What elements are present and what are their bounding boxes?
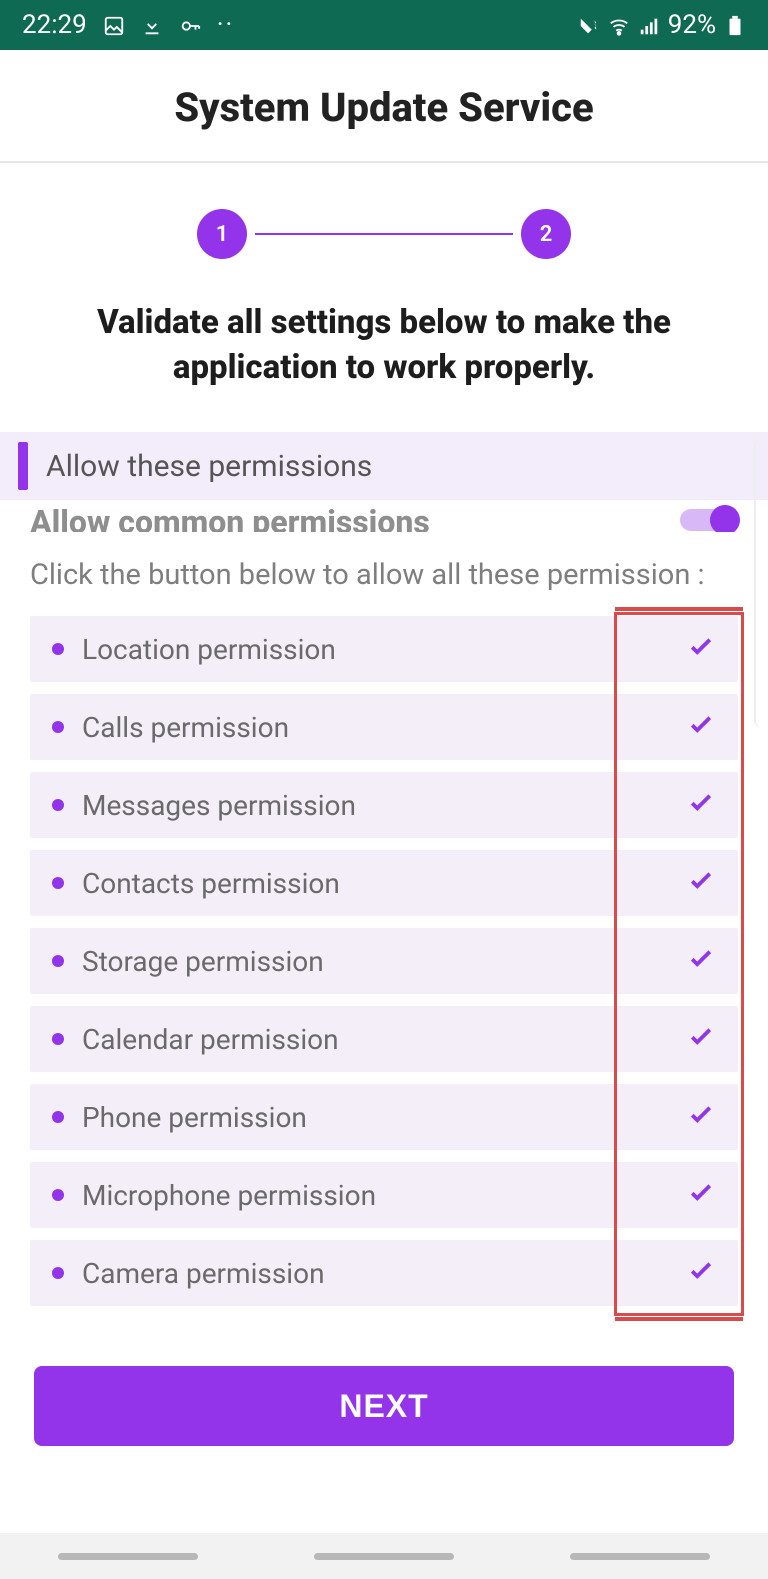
check-icon bbox=[686, 865, 716, 902]
step-indicator: 1 2 bbox=[0, 163, 768, 301]
perm-label: Location permission bbox=[82, 633, 686, 666]
key-icon bbox=[179, 14, 201, 36]
nav-home[interactable] bbox=[314, 1553, 454, 1560]
image-icon bbox=[103, 14, 125, 36]
check-icon bbox=[686, 1177, 716, 1214]
allow-common-permissions-row[interactable]: Allow common permissions bbox=[0, 484, 768, 532]
footer-actions: NEXT bbox=[0, 1306, 768, 1476]
perm-label: Calendar permission bbox=[82, 1023, 686, 1056]
check-icon bbox=[686, 1021, 716, 1058]
step-1-label: 1 bbox=[216, 222, 229, 247]
perm-label: Messages permission bbox=[82, 789, 686, 822]
perm-label: Storage permission bbox=[82, 945, 686, 978]
check-icon bbox=[686, 787, 716, 824]
more-icon: ·· bbox=[217, 10, 235, 40]
vibrate-icon bbox=[578, 14, 600, 36]
perm-label: Calls permission bbox=[82, 711, 686, 744]
bullet-icon bbox=[52, 1267, 64, 1279]
check-icon bbox=[686, 943, 716, 980]
perm-storage[interactable]: Storage permission bbox=[30, 928, 738, 994]
allow-common-toggle[interactable] bbox=[680, 505, 738, 532]
perm-contacts[interactable]: Contacts permission bbox=[30, 850, 738, 916]
step-1: 1 bbox=[197, 209, 247, 259]
next-button[interactable]: NEXT bbox=[34, 1366, 734, 1446]
perm-label: Contacts permission bbox=[82, 867, 686, 900]
nav-back[interactable] bbox=[570, 1553, 710, 1560]
nav-recent[interactable] bbox=[58, 1553, 198, 1560]
wifi-icon bbox=[608, 14, 630, 36]
page-title: System Update Service bbox=[0, 84, 768, 131]
perm-calls[interactable]: Calls permission bbox=[30, 694, 738, 760]
bullet-icon bbox=[52, 955, 64, 967]
bullet-icon bbox=[52, 1033, 64, 1045]
status-bar: 22:29 ·· 92% bbox=[0, 0, 768, 50]
perm-camera[interactable]: Camera permission bbox=[30, 1240, 738, 1306]
hint-text: Click the button below to allow all thes… bbox=[0, 532, 768, 616]
perm-label: Camera permission bbox=[82, 1257, 686, 1290]
system-nav-bar bbox=[0, 1533, 768, 1579]
bullet-icon bbox=[52, 721, 64, 733]
permission-list: Location permission Calls permission Mes… bbox=[30, 616, 738, 1306]
perm-phone[interactable]: Phone permission bbox=[30, 1084, 738, 1150]
clock: 22:29 bbox=[22, 10, 87, 40]
status-left: 22:29 ·· bbox=[22, 10, 234, 40]
instruction-text: Validate all settings below to make the … bbox=[0, 301, 768, 432]
download-icon bbox=[141, 14, 163, 36]
status-right: 92% bbox=[578, 10, 746, 40]
perm-microphone[interactable]: Microphone permission bbox=[30, 1162, 738, 1228]
step-2-label: 2 bbox=[540, 222, 553, 247]
active-tab-marker bbox=[18, 442, 28, 490]
check-icon bbox=[686, 1099, 716, 1136]
perm-location[interactable]: Location permission bbox=[30, 616, 738, 682]
perm-messages[interactable]: Messages permission bbox=[30, 772, 738, 838]
bullet-icon bbox=[52, 1189, 64, 1201]
check-icon bbox=[686, 1255, 716, 1292]
side-handle[interactable] bbox=[754, 438, 768, 728]
check-icon bbox=[686, 631, 716, 668]
app-header: System Update Service bbox=[0, 50, 768, 163]
bullet-icon bbox=[52, 799, 64, 811]
perm-label: Phone permission bbox=[82, 1101, 686, 1134]
check-icon bbox=[686, 709, 716, 746]
perm-label: Microphone permission bbox=[82, 1179, 686, 1212]
allow-common-label: Allow common permissions bbox=[30, 503, 430, 532]
step-2: 2 bbox=[521, 209, 571, 259]
step-connector bbox=[255, 233, 513, 235]
section-tab-label: Allow these permissions bbox=[46, 449, 372, 484]
bullet-icon bbox=[52, 1111, 64, 1123]
signal-icon bbox=[638, 14, 660, 36]
bullet-icon bbox=[52, 877, 64, 889]
battery-icon bbox=[724, 14, 746, 36]
perm-calendar[interactable]: Calendar permission bbox=[30, 1006, 738, 1072]
bullet-icon bbox=[52, 643, 64, 655]
permission-list-wrap: Location permission Calls permission Mes… bbox=[0, 616, 768, 1306]
battery-percent: 92% bbox=[668, 10, 716, 40]
